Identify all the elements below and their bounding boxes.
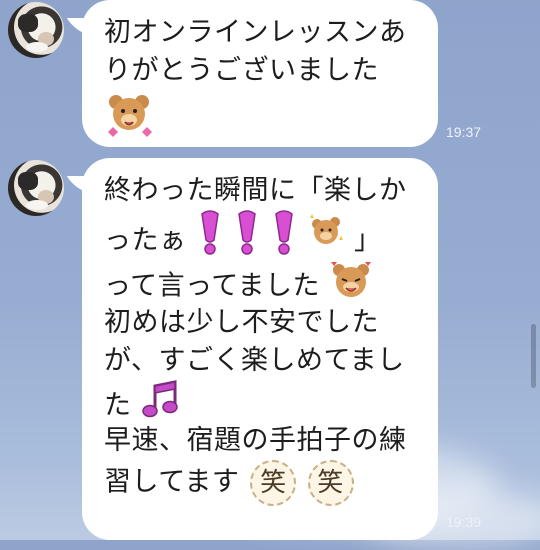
message-timestamp: 19:39 [446,514,482,530]
bear-cheer-icon [104,92,156,144]
message-bubble[interactable]: 初オンラインレッスンあ りがとうございました [66,0,438,147]
message-text: 早速、宿題の手拍子の練 [104,425,407,456]
message-text: って言ってました [104,270,320,302]
message-text: 習してます [104,466,240,498]
message-text: 初めは少し不安でした [104,307,379,338]
avatar[interactable] [8,2,64,58]
bubble-tail [66,176,100,194]
avatar[interactable] [8,160,64,216]
message-text: た [104,390,132,421]
message-text: が、すごく楽しめてまし [104,345,405,376]
message-line: って言ってました [104,260,420,304]
message-text: ったぁ [104,225,187,256]
kanji-stamp-icon: 笑 [250,460,297,506]
message-line: た [104,380,420,422]
bubble-tail [66,18,100,36]
message-text: りがとうございました [104,55,379,86]
kanji-stamp-icon: 笑 [307,460,354,506]
message-timestamp: 19:37 [446,124,482,140]
message-bubble[interactable]: 終わった瞬間に「楽しか ったぁ 」 って言ってました 初めは少し不安でした が、… [66,158,438,540]
message-line: 習してます 笑 笑 [104,460,420,506]
message-text: 」 [353,225,382,256]
message-line: ったぁ 」 [104,210,420,260]
message-text: 終わった瞬間に「楽しか [104,175,407,206]
scrollbar[interactable] [531,324,536,388]
message-text: 初オンラインレッスンあ [104,17,407,48]
